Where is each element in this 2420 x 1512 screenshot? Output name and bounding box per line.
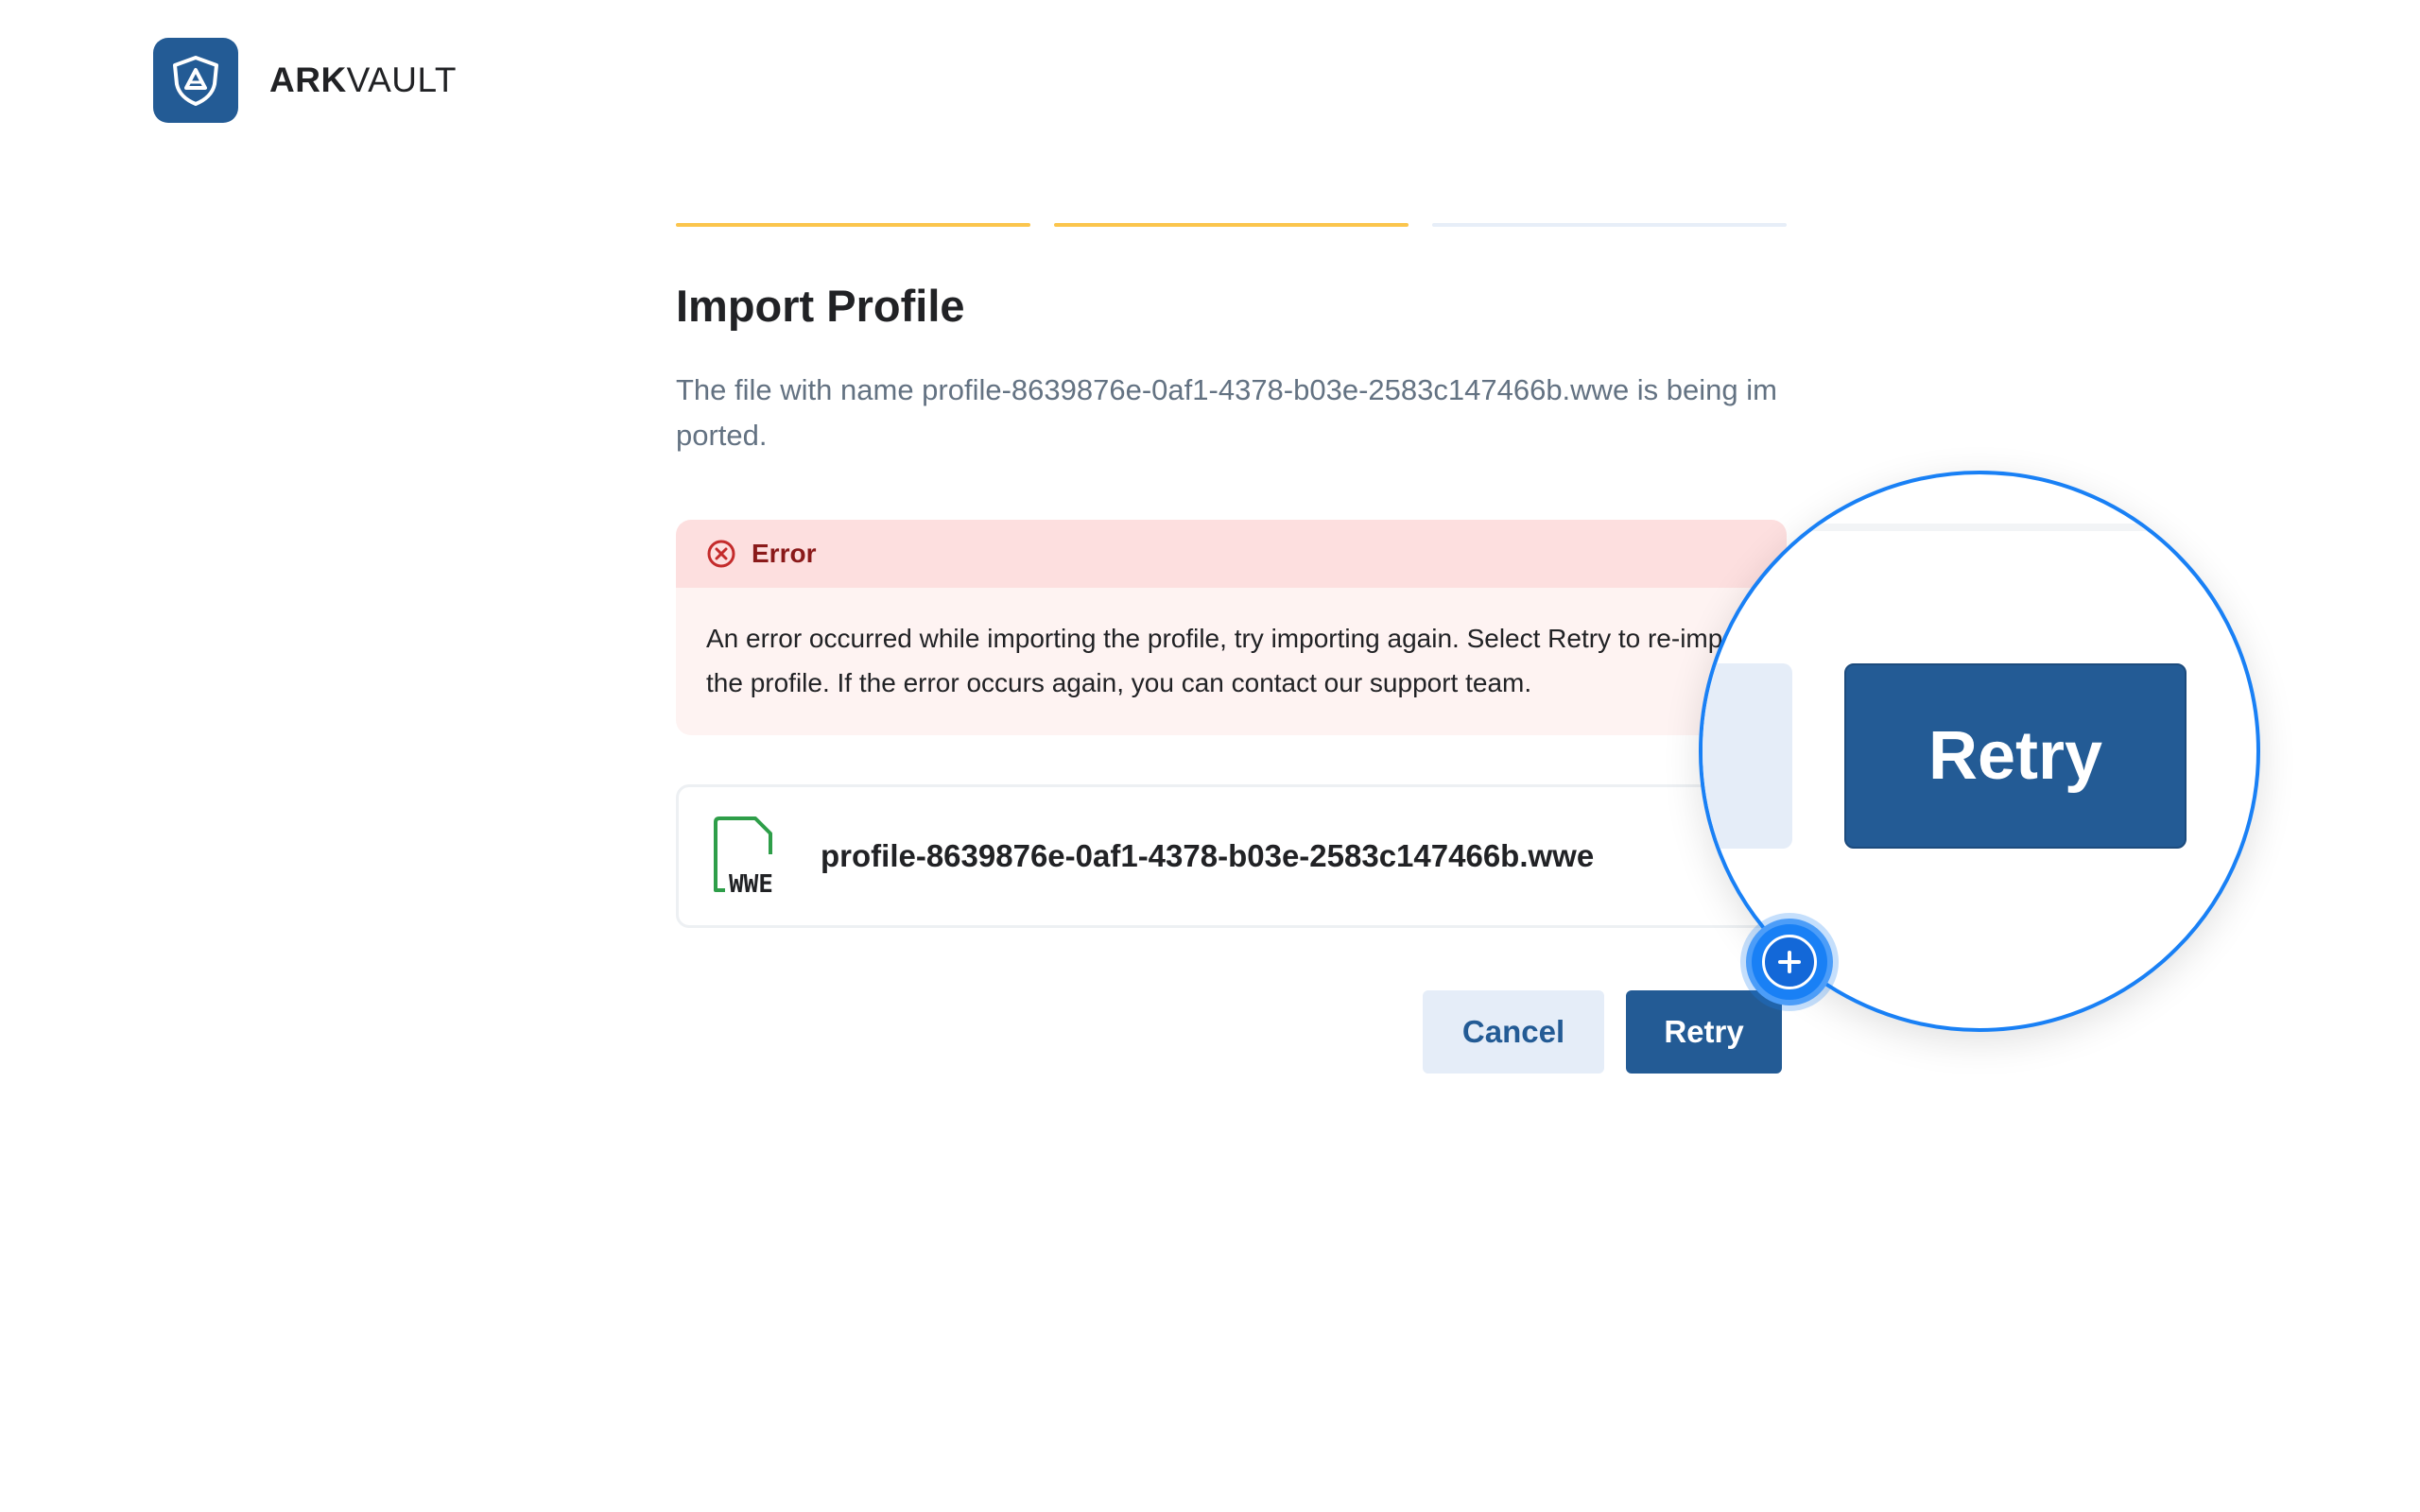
brand-name: ARKVAULT bbox=[269, 60, 457, 100]
step-1-complete bbox=[676, 223, 1030, 227]
brand-name-bold: ARK bbox=[269, 60, 347, 99]
error-x-circle-icon bbox=[707, 540, 735, 568]
error-alert: Error An error occurred while importing … bbox=[676, 520, 1787, 735]
magnified-cancel-button bbox=[1703, 663, 1792, 849]
step-2-complete bbox=[1054, 223, 1409, 227]
cancel-button[interactable]: Cancel bbox=[1423, 990, 1604, 1074]
error-title: Error bbox=[752, 539, 817, 568]
page-description: The file with name profile-8639876e-0af1… bbox=[676, 373, 1777, 452]
file-name: profile-8639876e-0af1-4378-b03e-2583c147… bbox=[821, 838, 1595, 873]
step-indicator bbox=[676, 223, 1787, 227]
magnified-divider bbox=[1703, 524, 2256, 531]
step-3-pending bbox=[1432, 223, 1787, 227]
zoom-plus-icon bbox=[1746, 919, 1833, 1005]
plus-icon bbox=[1778, 951, 1801, 973]
ark-shield-logo-icon bbox=[153, 38, 238, 123]
retry-button[interactable]: Retry bbox=[1626, 990, 1782, 1074]
brand-logo[interactable]: ARKVAULT bbox=[153, 38, 457, 123]
wwe-file-icon: WWE bbox=[714, 816, 773, 896]
file-card: WWE profile-8639876e-0af1-4378-b03e-2583… bbox=[676, 784, 1787, 928]
error-message: An error occurred while importing the pr… bbox=[676, 588, 1787, 735]
magnified-retry-button: Retry bbox=[1844, 663, 2187, 849]
import-content: Import Profile The file with name profil… bbox=[676, 223, 1787, 458]
page-title: Import Profile bbox=[676, 281, 965, 331]
brand-name-light: VAULT bbox=[346, 60, 457, 99]
error-alert-header: Error bbox=[676, 520, 1787, 588]
import-profile-page: ARKVAULT Import Profile The file with na… bbox=[0, 0, 2420, 1512]
file-icon-label: WWE bbox=[729, 870, 773, 896]
